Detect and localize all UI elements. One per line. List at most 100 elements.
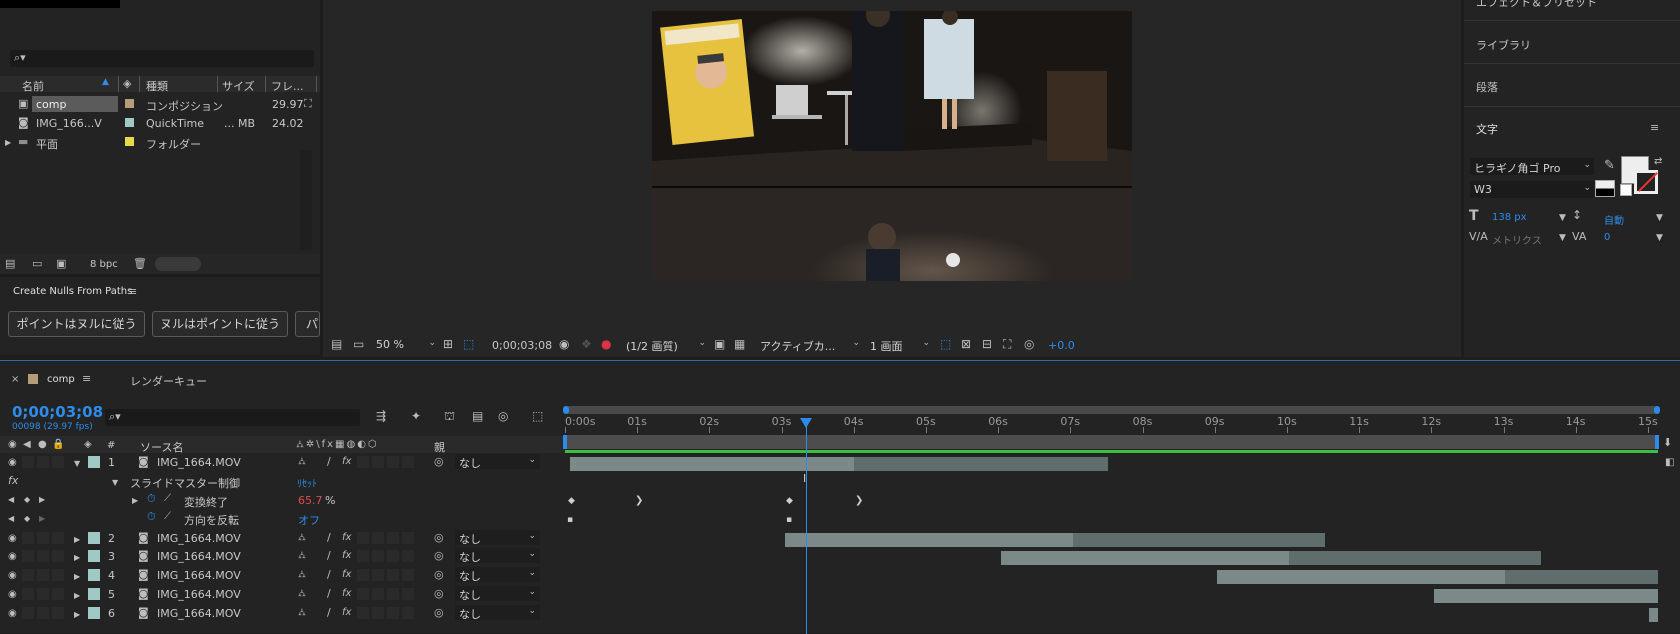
panel-menu-icon[interactable]: ≡ (128, 286, 137, 298)
stroke-color-swatch[interactable] (1634, 170, 1658, 194)
solo-toggle[interactable] (37, 569, 49, 581)
toggle-pixel-aspect-icon[interactable]: ⬚ (940, 338, 951, 350)
chevron-down-icon[interactable]: ▼ (1656, 212, 1663, 224)
label-tag-icon[interactable]: ◈ (84, 439, 92, 451)
layer-row[interactable]: ◉ ▶ 6 ◙ IMG_1664.MOV ⛼ / fx ◎ なし ⌄ (0, 604, 565, 622)
audio-toggle[interactable] (22, 569, 34, 581)
layer-name[interactable]: IMG_1664.MOV (157, 607, 241, 620)
timeline-icon[interactable]: ⊟ (982, 338, 992, 350)
eye-icon[interactable]: ◉ (8, 589, 17, 601)
solo-toggle[interactable] (37, 532, 49, 544)
pickwhip-icon[interactable]: ◎ (434, 588, 444, 600)
parent-select[interactable]: なし ⌄ (455, 530, 540, 546)
eyedropper-icon[interactable]: ✎ (1604, 159, 1615, 172)
hold-keyframe-icon[interactable]: ▪ (786, 516, 792, 525)
no-fill-swatch-icon[interactable] (1620, 184, 1632, 196)
eye-icon[interactable]: ◉ (8, 533, 17, 545)
keyframe-icon[interactable]: ❯ (855, 496, 863, 506)
label-swatch[interactable] (125, 99, 134, 108)
effects-switch-icon[interactable]: fx (342, 456, 351, 468)
motion-blur-icon[interactable]: ◎ (498, 410, 508, 422)
graph-icon[interactable]: ⟋ (164, 511, 171, 523)
points-follow-nulls-button[interactable]: ポイントはヌルに従う (8, 311, 145, 337)
add-keyframe-icon[interactable]: ◆ (24, 513, 30, 525)
layer-name[interactable]: IMG_1664.MOV (157, 532, 241, 545)
disclosure-triangle-icon[interactable]: ▼ (74, 458, 80, 470)
layer-duration-bar[interactable] (1433, 589, 1659, 603)
layer-label-swatch[interactable] (88, 588, 100, 600)
layer-label-swatch[interactable] (88, 456, 100, 468)
project-item-row[interactable]: ▶ ▬ 平面 フォルダー (0, 133, 320, 152)
layer-label-swatch[interactable] (88, 607, 100, 619)
leading-value[interactable]: 自動 (1604, 212, 1624, 227)
black-white-swatch-icon[interactable] (1595, 180, 1615, 197)
layer-duration-bar[interactable] (570, 457, 854, 471)
layer-label-swatch[interactable] (88, 532, 100, 544)
tab-menu-icon[interactable]: ≡ (82, 373, 91, 385)
keyframe-icon[interactable]: ◆ (568, 497, 575, 506)
layer-duration-bar[interactable] (1289, 551, 1542, 565)
swap-colors-icon[interactable]: ⇄ (1654, 156, 1662, 168)
zoom-select[interactable]: 50 % ⌄ (376, 338, 436, 351)
layer-name[interactable]: IMG_1664.MOV (157, 456, 241, 469)
lock-toggle[interactable] (52, 569, 64, 581)
property-value[interactable]: 65.7 (298, 494, 323, 507)
fast-previews-icon[interactable]: ⊠ (961, 338, 971, 350)
graph-editor-icon[interactable]: ⬚ (532, 410, 543, 422)
pickwhip-icon[interactable]: ◎ (434, 456, 444, 468)
layer-duration-bar[interactable] (1649, 608, 1659, 622)
layer-duration-bar[interactable] (1073, 533, 1326, 547)
prev-keyframe-icon[interactable]: ◀ (8, 494, 14, 506)
layer-label-swatch[interactable] (88, 550, 100, 562)
video-visibility-icon[interactable]: ◉ (8, 439, 17, 451)
solo-toggle[interactable] (37, 550, 49, 562)
effect-reset-link[interactable]: ﾘｾｯﾄ (297, 475, 317, 490)
layer-duration-bar[interactable] (785, 533, 1074, 547)
always-preview-icon[interactable]: ▤ (331, 338, 342, 350)
parent-select[interactable]: なし ⌄ (455, 548, 540, 564)
disclosure-triangle-icon[interactable]: ▶ (74, 571, 80, 583)
tab-comp[interactable]: comp (47, 374, 75, 385)
audio-toggle[interactable] (22, 607, 34, 619)
column-type[interactable]: 種類 (146, 78, 168, 94)
layer-name[interactable]: IMG_1664.MOV (157, 569, 241, 582)
title-safe-icon[interactable]: ⊞ (443, 338, 453, 350)
snapshot-icon[interactable]: ◉ (559, 338, 569, 350)
solo-toggle[interactable] (37, 588, 49, 600)
exposure-value[interactable]: +0.0 (1048, 339, 1075, 352)
eye-icon[interactable]: ◉ (8, 570, 17, 582)
composition-mini-flowchart-icon[interactable]: ⇶ (376, 410, 386, 422)
column-size[interactable]: サイズ (222, 78, 255, 94)
layer-duration-bar[interactable] (1001, 551, 1290, 565)
quality-switch-icon[interactable]: / (327, 588, 331, 600)
quality-switch-icon[interactable]: / (327, 456, 331, 468)
time-ruler[interactable]: 0:00s 01s 02s 03s 04s 05s 06s 07s 08s 09s 10s 11s 12… (565, 415, 1658, 433)
eye-icon[interactable]: ◉ (8, 551, 17, 563)
view-layout-select[interactable]: 1 画面 ⌄ (870, 338, 930, 354)
audio-icon[interactable]: ◀ (23, 439, 31, 451)
chevron-down-icon[interactable]: ▼ (1656, 232, 1663, 244)
disclosure-triangle-icon[interactable]: ▶ (74, 609, 80, 621)
parent-select[interactable]: なし ⌄ (455, 454, 540, 470)
disclosure-triangle-icon[interactable]: ▶ (74, 534, 80, 546)
region-of-interest-icon[interactable]: ▣ (714, 338, 725, 350)
solo-icon[interactable]: ● (38, 439, 47, 451)
eye-icon[interactable]: ◉ (8, 608, 17, 620)
font-size-value[interactable]: 138 px (1492, 212, 1527, 223)
trace-path-button[interactable]: パ (295, 311, 320, 337)
font-family-select[interactable]: ヒラギノ角ゴ Pro ⌄ (1470, 158, 1594, 175)
property-value[interactable]: オフ (298, 512, 320, 528)
shy-switch-icon[interactable]: ⛼ (298, 456, 306, 468)
audio-toggle[interactable] (22, 456, 34, 468)
disclosure-triangle-icon[interactable]: ▼ (112, 477, 118, 489)
pickwhip-icon[interactable]: ◎ (434, 532, 444, 544)
kerning-value[interactable]: メトリクス (1492, 232, 1542, 247)
shy-switch-icon[interactable]: ⛼ (298, 588, 306, 600)
next-keyframe-icon[interactable]: ▶ (39, 494, 45, 506)
column-frame[interactable]: フレ... (271, 78, 304, 94)
resolution-select[interactable]: (1/2 画質) ⌄ (626, 338, 706, 354)
column-name[interactable]: 名前 (22, 78, 44, 94)
stopwatch-icon[interactable]: ⏱ (147, 511, 156, 523)
tracking-value[interactable]: 0 (1604, 232, 1610, 243)
disclosure-triangle-icon[interactable]: ▶ (5, 137, 11, 149)
